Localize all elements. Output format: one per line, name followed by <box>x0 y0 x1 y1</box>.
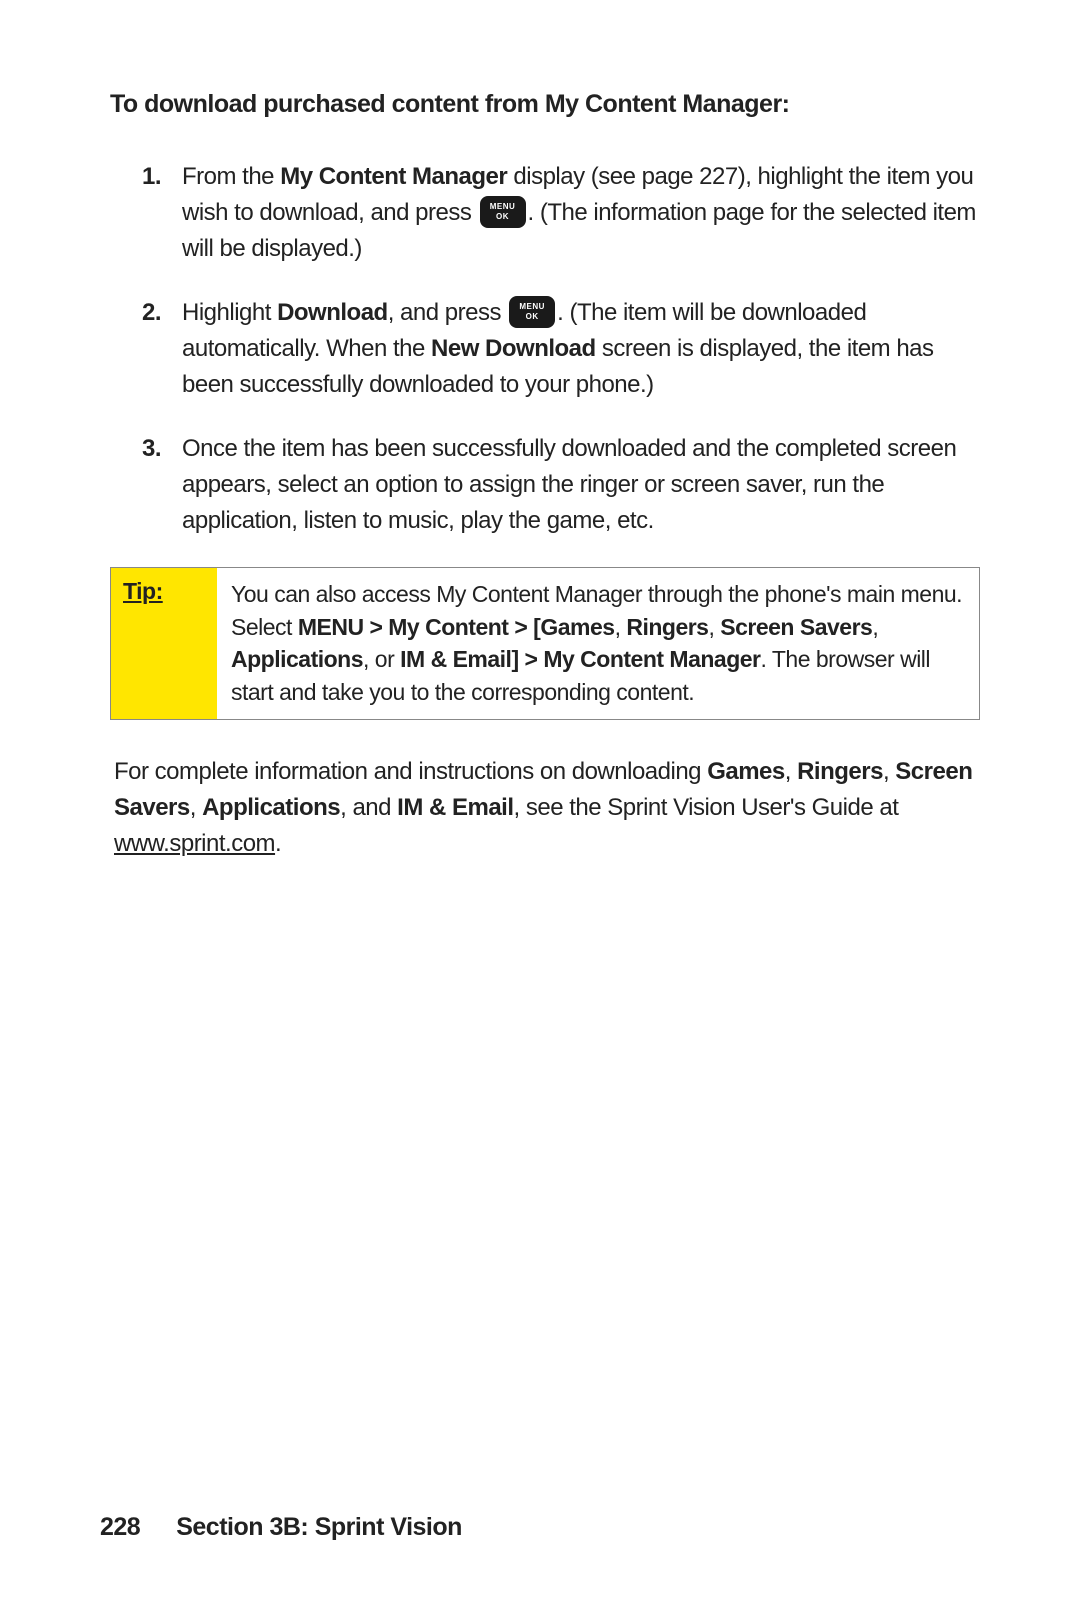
tip-bold-applications: Applications <box>231 646 363 672</box>
closing-bold-ringers: Ringers <box>797 758 883 785</box>
step2-bold-download: Download <box>277 299 388 326</box>
closing-link-sprint[interactable]: www.sprint.com <box>114 830 275 857</box>
closing-part-11: , see the Sprint Vision User's Guide at <box>514 794 899 821</box>
tip-part-3: , <box>615 614 627 640</box>
step2-part-c: , and press <box>388 299 507 326</box>
step1-bold-mycontentmanager: My Content Manager <box>280 163 507 190</box>
menu-ok-icon <box>509 296 555 328</box>
closing-bold-imemail: IM & Email <box>397 794 513 821</box>
step1-part-a: From the <box>182 163 280 190</box>
tip-bold-imemail: IM & Email] > My Content Manager <box>400 646 760 672</box>
section-title: Section 3B: Sprint Vision <box>176 1513 462 1541</box>
tip-content: You can also access My Content Manager t… <box>217 568 979 719</box>
step-2: Highlight Download, and press . (The ite… <box>182 295 980 403</box>
closing-part-13: . <box>275 830 281 857</box>
tip-bold-ringers: Ringers <box>626 614 708 640</box>
step-list: From the My Content Manager display (see… <box>110 159 980 539</box>
menu-ok-icon <box>480 196 526 228</box>
closing-paragraph: For complete information and instruction… <box>110 754 980 862</box>
page-number: 228 <box>100 1513 140 1541</box>
tip-part-5: , <box>708 614 720 640</box>
step3-text: Once the item has been successfully down… <box>182 435 956 534</box>
closing-part-7: , <box>190 794 202 821</box>
tip-label: Tip: <box>111 568 217 719</box>
closing-part-1: For complete information and instruction… <box>114 758 707 785</box>
closing-bold-applications: Applications <box>202 794 340 821</box>
closing-part-3: , <box>785 758 797 785</box>
step2-part-a: Highlight <box>182 299 277 326</box>
tip-part-7: , <box>872 614 878 640</box>
tip-box: Tip: You can also access My Content Mana… <box>110 567 980 720</box>
step-3: Once the item has been successfully down… <box>182 431 980 539</box>
page-footer: 228 Section 3B: Sprint Vision <box>100 1513 462 1542</box>
tip-part-9: , or <box>363 646 400 672</box>
tip-bold-screensavers: Screen Savers <box>720 614 872 640</box>
tip-bold-menu: MENU > My Content > [Games <box>298 614 615 640</box>
step2-bold-newdownload: New Download <box>431 335 596 362</box>
closing-part-5: , <box>883 758 895 785</box>
closing-bold-games: Games <box>707 758 785 785</box>
section-heading: To download purchased content from My Co… <box>110 90 980 119</box>
closing-part-9: , and <box>340 794 397 821</box>
document-page: To download purchased content from My Co… <box>0 0 1080 1620</box>
step-1: From the My Content Manager display (see… <box>182 159 980 267</box>
